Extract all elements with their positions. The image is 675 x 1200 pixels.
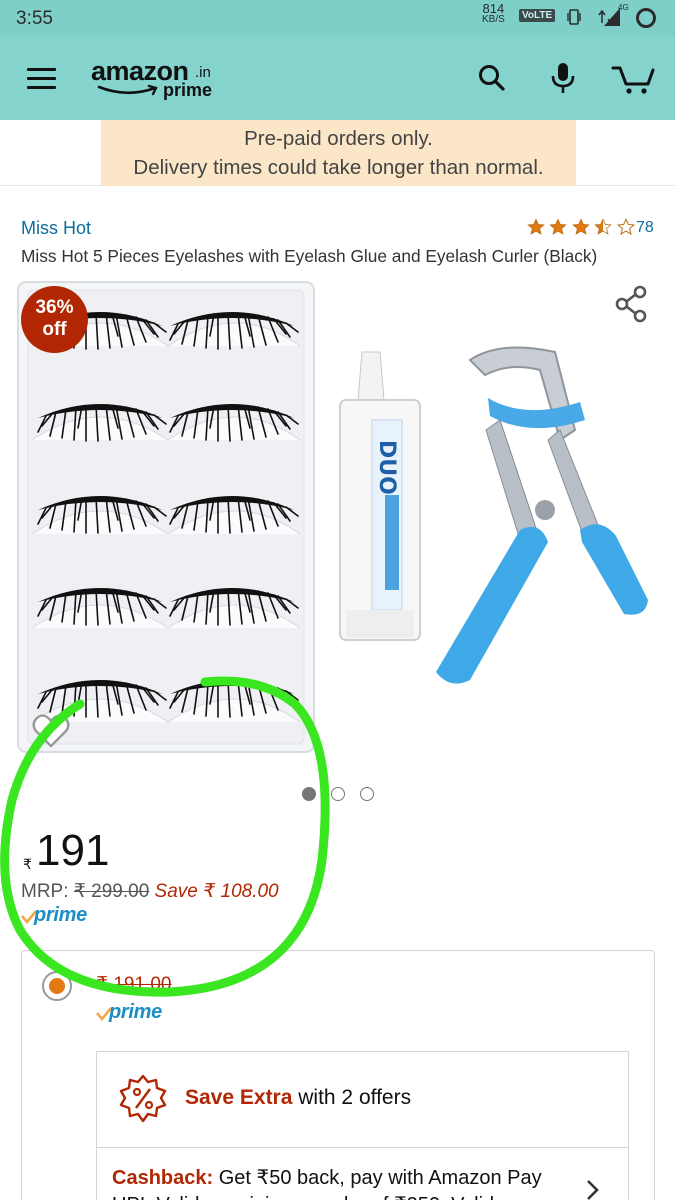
star-half-icon (594, 218, 613, 235)
star-empty-icon (616, 218, 635, 235)
status-bar: 3:55 814 KB/S VoLTE 4G (0, 0, 675, 36)
prime-badge: prime (21, 904, 111, 928)
notice-line-2: Delivery times could take longer than no… (133, 156, 544, 179)
star-icon (527, 218, 545, 235)
network-speed-unit: KB/S (482, 14, 505, 25)
offer-price: ₹ 191.00 (96, 974, 172, 995)
discount-badge: 36% off (21, 286, 88, 353)
save-extra-count: with 2 offers (292, 1086, 412, 1109)
logo-prime: prime (163, 80, 213, 100)
cashback-label: Cashback: (112, 1167, 214, 1189)
save-extra-text: Save Extra with 2 offers (185, 1086, 411, 1110)
discount-off: off (42, 319, 67, 340)
share-icon[interactable] (612, 284, 652, 324)
vibrate-icon (567, 9, 581, 25)
offer-radio[interactable] (42, 971, 72, 1001)
glue-brand-label: DUO (374, 440, 399, 495)
logo-tld: .in (195, 64, 211, 81)
cashback-text-line-2: UPI. Valid on minimum order of ₹250. Val… (112, 1192, 494, 1200)
volte-icon: VoLTE (519, 9, 556, 22)
star-icon (549, 218, 568, 235)
notice-banner-area: Pre-paid orders only. Delivery times cou… (0, 120, 675, 186)
divider (97, 1147, 628, 1148)
star-rating[interactable] (527, 218, 635, 238)
currency-symbol: ₹ (23, 856, 32, 872)
pager-dot-2[interactable] (331, 787, 345, 801)
notice-banner: Pre-paid orders only. Delivery times cou… (101, 120, 576, 186)
offer-prime-badge: prime (96, 1001, 186, 1025)
network-speed-value: 814 (482, 1, 505, 16)
save-amount: Save ₹ 108.00 (154, 881, 279, 902)
cashback-text: Get ₹50 back, pay with Amazon Pay (213, 1167, 542, 1189)
cart-icon[interactable] (610, 60, 656, 96)
mic-icon[interactable] (545, 60, 581, 96)
mrp-row: MRP: ₹ 299.00 Save ₹ 108.00 (21, 880, 279, 903)
amazon-prime-logo[interactable]: amazon .in prime (91, 56, 221, 102)
mrp-value: ₹ 299.00 (73, 881, 150, 902)
pager-dot-3[interactable] (360, 787, 374, 801)
brand-link[interactable]: Miss Hot (21, 218, 91, 239)
product-image[interactable]: DUO (0, 280, 675, 780)
network-type: 4G (618, 3, 629, 12)
network-speed: 814 KB/S (482, 1, 505, 25)
cashback-offer[interactable]: Cashback: Get ₹50 back, pay with Amazon … (112, 1165, 542, 1190)
price-value: 191 (36, 826, 110, 875)
search-icon[interactable] (474, 60, 510, 96)
product-title: Miss Hot 5 Pieces Eyelashes with Eyelash… (21, 246, 598, 266)
rating-count[interactable]: 78 (636, 219, 654, 237)
offer-card: ₹ 191.00 prime Save Extra with 2 offers … (21, 950, 655, 1200)
offer-radio-selected (49, 978, 65, 994)
hamburger-icon[interactable] (27, 68, 56, 90)
pager-dot-1[interactable] (302, 787, 316, 801)
amazon-smile-icon (97, 84, 158, 96)
image-pager (302, 787, 382, 803)
notice-line-1: Pre-paid orders only. (244, 127, 433, 150)
app-header: amazon .in prime (0, 36, 675, 120)
save-extra-label: Save Extra (185, 1086, 293, 1109)
prime-label: prime (34, 904, 87, 926)
chevron-right-icon[interactable] (585, 1178, 601, 1200)
heart-icon[interactable] (30, 710, 72, 752)
offer-prime-label: prime (109, 1001, 162, 1023)
offer-percent-icon (119, 1074, 167, 1123)
sync-icon (636, 8, 656, 28)
discount-percent: 36% (35, 297, 74, 318)
save-extra-box[interactable]: Save Extra with 2 offers Cashback: Get ₹… (96, 1051, 629, 1200)
mrp-label: MRP: (21, 881, 69, 902)
star-icon (572, 218, 590, 235)
status-time: 3:55 (16, 8, 53, 29)
